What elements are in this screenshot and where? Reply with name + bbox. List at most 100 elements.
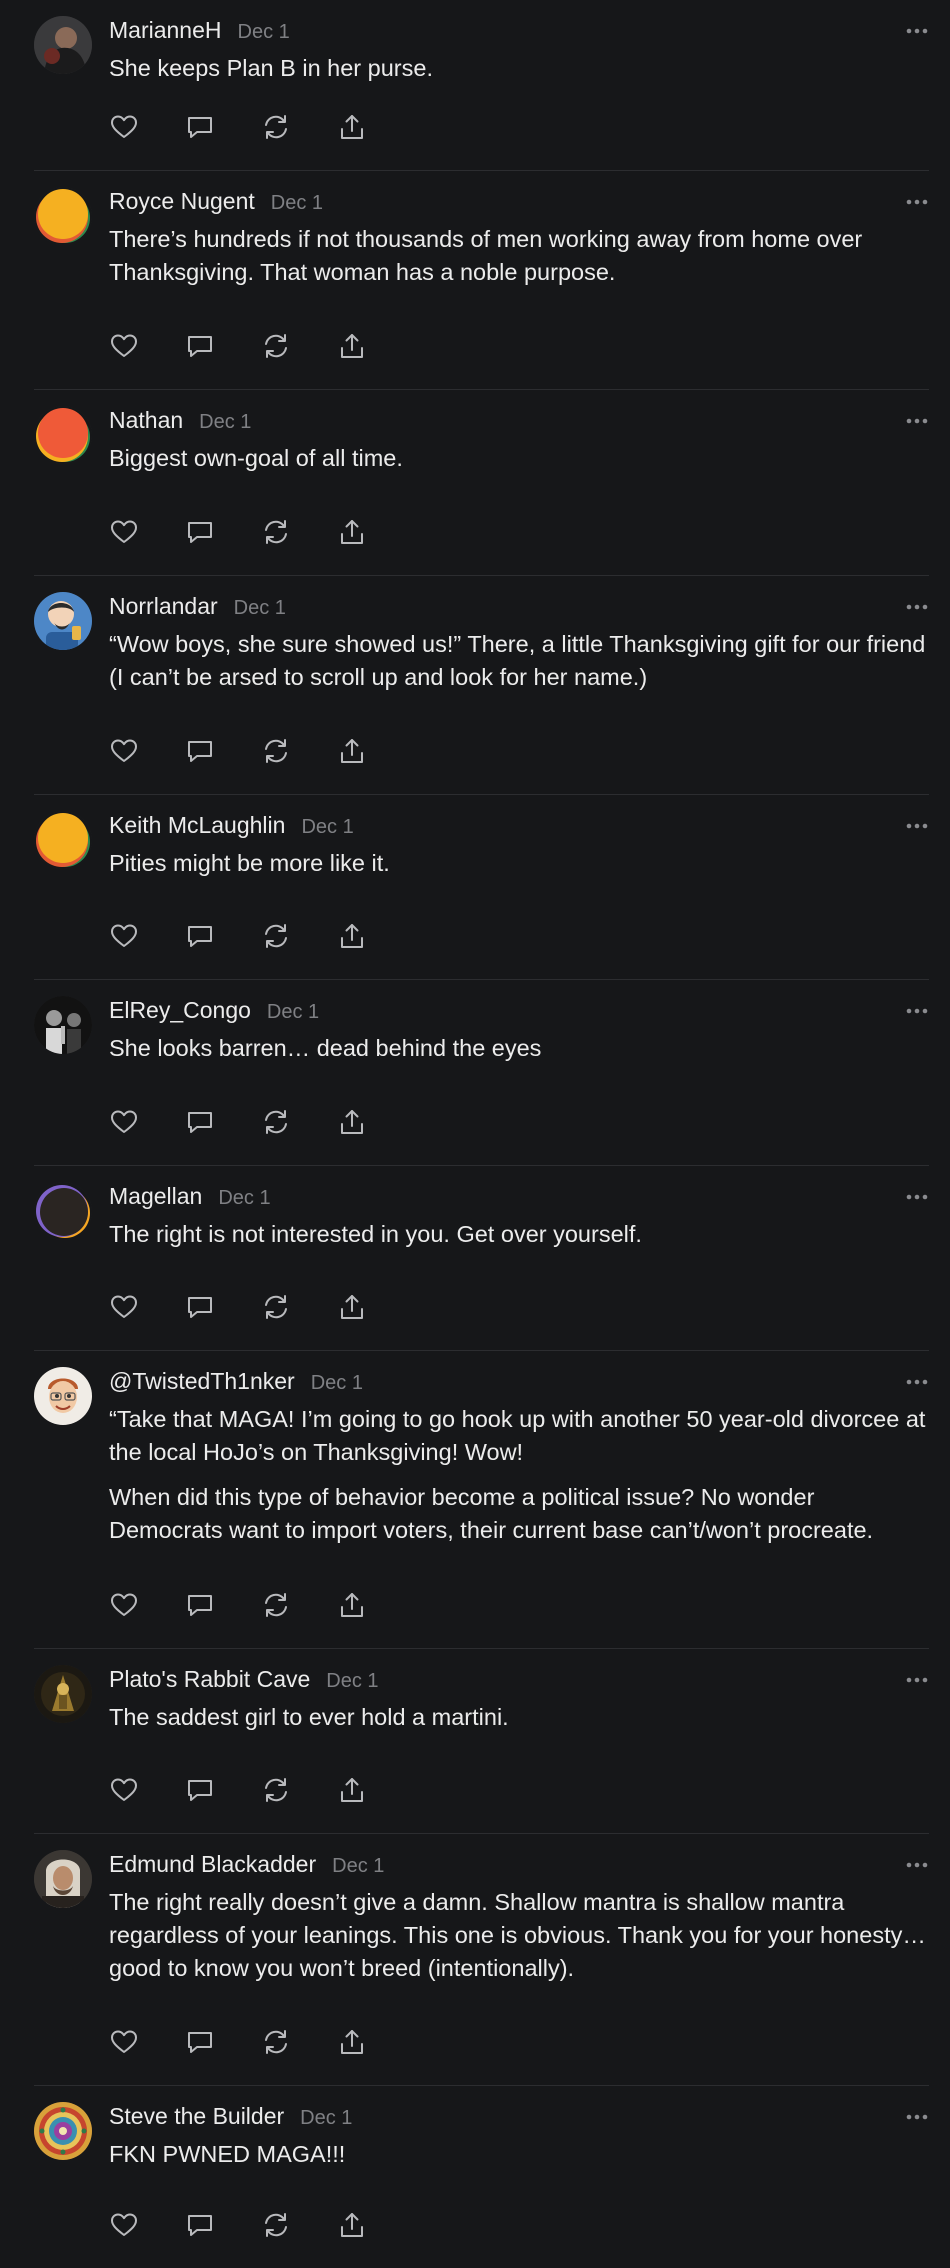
author-name[interactable]: Magellan xyxy=(109,1183,202,1210)
comment-date[interactable]: Dec 1 xyxy=(300,2107,352,2130)
more-options-icon[interactable] xyxy=(903,2107,931,2127)
comment-date[interactable]: Dec 1 xyxy=(332,1855,384,1878)
like-button[interactable] xyxy=(109,921,185,951)
reply-button[interactable] xyxy=(185,921,261,951)
comment-date[interactable]: Dec 1 xyxy=(218,1187,270,1210)
comment-date[interactable]: Dec 1 xyxy=(311,1372,363,1395)
restack-button[interactable] xyxy=(261,331,337,361)
share-button[interactable] xyxy=(337,2027,413,2057)
comment-icon xyxy=(185,1590,215,1620)
author-name[interactable]: Royce Nugent xyxy=(109,188,255,215)
reply-button[interactable] xyxy=(185,2210,261,2240)
comment-actions xyxy=(109,1775,413,1805)
share-icon xyxy=(337,736,367,766)
comment-meta: Steve the Builder Dec 1 xyxy=(109,2103,929,2135)
comment-content: @TwistedTh1nker Dec 1 “Take that MAGA! I’m… xyxy=(109,1368,929,1547)
comment-date[interactable]: Dec 1 xyxy=(238,21,290,44)
avatar[interactable] xyxy=(34,1850,92,1908)
more-options-icon[interactable] xyxy=(903,192,931,212)
reply-button[interactable] xyxy=(185,1590,261,1620)
restack-button[interactable] xyxy=(261,517,337,547)
like-button[interactable] xyxy=(109,1590,185,1620)
reply-button[interactable] xyxy=(185,736,261,766)
avatar[interactable] xyxy=(34,592,92,650)
restack-button[interactable] xyxy=(261,2027,337,2057)
comment-date[interactable]: Dec 1 xyxy=(271,192,323,215)
reply-button[interactable] xyxy=(185,517,261,547)
avatar[interactable] xyxy=(34,187,92,245)
more-options-icon[interactable] xyxy=(903,597,931,617)
more-options-icon[interactable] xyxy=(903,1372,931,1392)
comment-meta: Keith McLaughlin Dec 1 xyxy=(109,812,929,844)
more-options-icon[interactable] xyxy=(903,1001,931,1021)
author-name[interactable]: Edmund Blackadder xyxy=(109,1851,316,1878)
comment-date[interactable]: Dec 1 xyxy=(267,1001,319,1024)
like-button[interactable] xyxy=(109,331,185,361)
reply-button[interactable] xyxy=(185,1107,261,1137)
restack-button[interactable] xyxy=(261,1590,337,1620)
like-button[interactable] xyxy=(109,1775,185,1805)
author-name[interactable]: Keith McLaughlin xyxy=(109,812,285,839)
restack-button[interactable] xyxy=(261,2210,337,2240)
like-button[interactable] xyxy=(109,2210,185,2240)
author-name[interactable]: MarianneH xyxy=(109,17,222,44)
comment-date[interactable]: Dec 1 xyxy=(234,597,286,620)
author-name[interactable]: ElRey_Congo xyxy=(109,997,251,1024)
more-options-icon[interactable] xyxy=(903,1187,931,1207)
share-button[interactable] xyxy=(337,1107,413,1137)
share-button[interactable] xyxy=(337,2210,413,2240)
like-button[interactable] xyxy=(109,112,185,142)
restack-button[interactable] xyxy=(261,736,337,766)
share-button[interactable] xyxy=(337,517,413,547)
author-name[interactable]: Steve the Builder xyxy=(109,2103,284,2130)
avatar[interactable] xyxy=(34,406,92,464)
avatar[interactable] xyxy=(34,1367,92,1425)
like-button[interactable] xyxy=(109,1107,185,1137)
share-button[interactable] xyxy=(337,921,413,951)
avatar[interactable] xyxy=(34,996,92,1054)
author-name[interactable]: Plato's Rabbit Cave xyxy=(109,1666,310,1693)
share-button[interactable] xyxy=(337,1590,413,1620)
avatar[interactable] xyxy=(34,1665,92,1723)
reply-button[interactable] xyxy=(185,1292,261,1322)
comment-date[interactable]: Dec 1 xyxy=(301,816,353,839)
comment-icon xyxy=(185,517,215,547)
more-options-icon[interactable] xyxy=(903,816,931,836)
heart-icon xyxy=(109,1775,139,1805)
more-options-icon[interactable] xyxy=(903,21,931,41)
reply-button[interactable] xyxy=(185,1775,261,1805)
comment-date[interactable]: Dec 1 xyxy=(199,411,251,434)
comment-date[interactable]: Dec 1 xyxy=(326,1670,378,1693)
restack-button[interactable] xyxy=(261,1292,337,1322)
share-button[interactable] xyxy=(337,1292,413,1322)
avatar[interactable] xyxy=(34,2102,92,2160)
reply-button[interactable] xyxy=(185,331,261,361)
like-button[interactable] xyxy=(109,517,185,547)
restack-button[interactable] xyxy=(261,112,337,142)
share-button[interactable] xyxy=(337,112,413,142)
reply-button[interactable] xyxy=(185,2027,261,2057)
avatar[interactable] xyxy=(34,1182,92,1240)
avatar[interactable] xyxy=(34,811,92,869)
more-options-icon[interactable] xyxy=(903,411,931,431)
more-options-icon[interactable] xyxy=(903,1670,931,1690)
restack-button[interactable] xyxy=(261,1107,337,1137)
restack-button[interactable] xyxy=(261,1775,337,1805)
author-name[interactable]: Norrlandar xyxy=(109,593,218,620)
share-button[interactable] xyxy=(337,331,413,361)
share-icon xyxy=(337,1775,367,1805)
author-name[interactable]: @TwistedTh1nker xyxy=(109,1368,295,1395)
share-button[interactable] xyxy=(337,736,413,766)
comment-icon xyxy=(185,1292,215,1322)
avatar[interactable] xyxy=(34,16,92,74)
like-button[interactable] xyxy=(109,736,185,766)
reply-button[interactable] xyxy=(185,112,261,142)
more-options-icon[interactable] xyxy=(903,1855,931,1875)
restack-button[interactable] xyxy=(261,921,337,951)
author-name[interactable]: Nathan xyxy=(109,407,183,434)
like-button[interactable] xyxy=(109,1292,185,1322)
share-button[interactable] xyxy=(337,1775,413,1805)
comment-meta: Nathan Dec 1 xyxy=(109,407,929,439)
comment-item: Norrlandar Dec 1 “Wow boys, she sure showe… xyxy=(34,576,929,795)
like-button[interactable] xyxy=(109,2027,185,2057)
